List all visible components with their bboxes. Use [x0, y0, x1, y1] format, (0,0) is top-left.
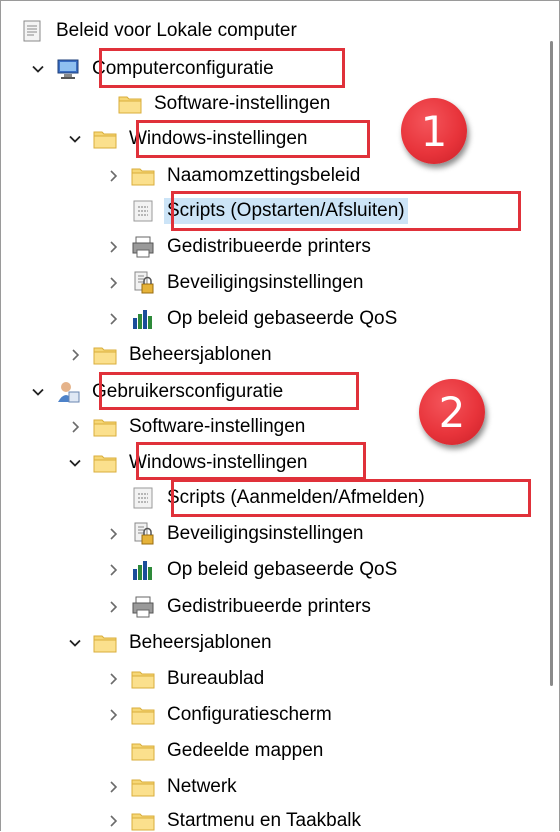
annotation-badge-1: 1 [401, 98, 467, 164]
folder-icon [130, 774, 156, 800]
chevron-right-icon[interactable] [104, 812, 122, 830]
tree-item-label: Bureaublad [167, 668, 265, 689]
policy-tree-panel: Beleid voor Lokale computer Computerconf… [0, 0, 560, 831]
tree-item-user-printers[interactable]: Gedistribueerde printers [104, 589, 374, 625]
chevron-down-icon[interactable] [29, 383, 47, 401]
tree-item-label: Gedistribueerde printers [167, 596, 371, 617]
tree-item-computer-qos[interactable]: Op beleid gebaseerde QoS [104, 301, 400, 337]
chevron-right-icon[interactable] [104, 706, 122, 724]
folder-icon [130, 808, 156, 831]
tree-item-label: Gebruikersconfiguratie [92, 381, 284, 402]
tree-item-user-admin-templates[interactable]: Beheersjablonen [66, 625, 275, 661]
tree-item-logon-logoff-scripts[interactable]: Scripts (Aanmelden/Afmelden) [104, 480, 428, 516]
chevron-right-icon[interactable] [104, 238, 122, 256]
folder-icon [92, 342, 118, 368]
chevron-right-icon[interactable] [104, 525, 122, 543]
tree-item-network[interactable]: Netwerk [104, 769, 240, 805]
chevron-right-icon[interactable] [104, 598, 122, 616]
chevron-right-icon[interactable] [104, 778, 122, 796]
annotation-badge-2: 2 [419, 379, 485, 445]
chevron-right-icon[interactable] [104, 167, 122, 185]
script-icon [130, 485, 156, 511]
tree-item-user-security-settings[interactable]: Beveiligingsinstellingen [104, 516, 366, 552]
tree-item-label: Scripts (Opstarten/Afsluiten) [164, 198, 408, 224]
chevron-down-icon[interactable] [66, 634, 84, 652]
computer-config-icon [55, 56, 81, 82]
chevron-right-icon[interactable] [66, 418, 84, 436]
tree-item-user-software-settings[interactable]: Software-instellingen [66, 409, 308, 445]
tree-item-label: Beveiligingsinstellingen [167, 523, 364, 544]
folder-icon [92, 414, 118, 440]
tree-item-user-qos[interactable]: Op beleid gebaseerde QoS [104, 552, 400, 588]
tree-item-user-windows-settings[interactable]: Windows-instellingen [66, 445, 310, 481]
tree-item-label: Configuratiescherm [167, 704, 332, 725]
user-config-icon [55, 379, 81, 405]
tree-item-shared-folders[interactable]: Gedeelde mappen [104, 733, 326, 769]
tree-item-label: Netwerk [167, 776, 237, 797]
policy-document-icon [19, 18, 45, 44]
tree-item-computer-windows-settings[interactable]: Windows-instellingen [66, 121, 310, 157]
tree-item-label: Op beleid gebaseerde QoS [167, 559, 398, 580]
tree-item-label: Windows-instellingen [129, 128, 308, 149]
chevron-right-icon[interactable] [104, 561, 122, 579]
tree-item-label: Beheersjablonen [129, 632, 272, 653]
tree-item-startup-shutdown-scripts[interactable]: Scripts (Opstarten/Afsluiten) [104, 193, 408, 229]
tree-item-desktop[interactable]: Bureaublad [104, 661, 267, 697]
chevron-right-icon[interactable] [104, 274, 122, 292]
tree-item-label: Gedistribueerde printers [167, 236, 371, 257]
qos-chart-icon [130, 306, 156, 332]
tree-item-label: Computerconfiguratie [92, 58, 274, 79]
tree-item-label: Software-instellingen [154, 93, 331, 114]
scrollbar-thumb[interactable] [550, 41, 553, 686]
tree-item-computer-security-settings[interactable]: Beveiligingsinstellingen [104, 265, 366, 301]
folder-icon [92, 450, 118, 476]
tree-item-label: Scripts (Aanmelden/Afmelden) [167, 487, 425, 508]
tree-item-name-resolution-policy[interactable]: Naamomzettingsbeleid [104, 158, 363, 194]
vertical-scrollbar[interactable] [545, 1, 559, 831]
folder-icon [92, 630, 118, 656]
tree-item-label: Software-instellingen [129, 416, 306, 437]
tree-item-control-panel[interactable]: Configuratiescherm [104, 697, 335, 733]
tree-item-computer-configuration[interactable]: Computerconfiguratie [29, 51, 277, 87]
chevron-right-icon[interactable] [104, 310, 122, 328]
folder-icon [130, 666, 156, 692]
printer-icon [130, 234, 156, 260]
folder-icon [130, 702, 156, 728]
folder-icon [130, 738, 156, 764]
security-settings-icon [130, 521, 156, 547]
tree-item-label: Beheersjablonen [129, 344, 272, 365]
tree-item-label: Windows-instellingen [129, 452, 308, 473]
chevron-down-icon[interactable] [66, 130, 84, 148]
tree-item-root[interactable]: Beleid voor Lokale computer [19, 13, 300, 49]
chevron-down-icon[interactable] [29, 60, 47, 78]
folder-icon [130, 163, 156, 189]
tree-item-label: Startmenu en Taakbalk [167, 810, 361, 831]
tree-item-computer-admin-templates[interactable]: Beheersjablonen [66, 337, 275, 373]
tree-item-label: Beveiligingsinstellingen [167, 272, 364, 293]
chevron-down-icon[interactable] [66, 454, 84, 472]
chevron-right-icon[interactable] [66, 346, 84, 364]
printer-icon [130, 594, 156, 620]
tree-item-label: Beleid voor Lokale computer [56, 20, 297, 41]
tree-item-label: Op beleid gebaseerde QoS [167, 308, 398, 329]
tree-item-label: Naamomzettingsbeleid [167, 165, 361, 186]
qos-chart-icon [130, 557, 156, 583]
folder-icon [117, 91, 143, 117]
folder-icon [92, 126, 118, 152]
script-icon [130, 198, 156, 224]
tree-item-start-menu-taskbar[interactable]: Startmenu en Taakbalk [104, 803, 364, 831]
security-settings-icon [130, 270, 156, 296]
tree-item-user-configuration[interactable]: Gebruikersconfiguratie [29, 374, 286, 410]
tree-item-computer-printers[interactable]: Gedistribueerde printers [104, 229, 374, 265]
tree-item-computer-software-settings[interactable]: Software-instellingen [91, 86, 333, 122]
chevron-right-icon[interactable] [104, 670, 122, 688]
tree-item-label: Gedeelde mappen [167, 740, 324, 761]
